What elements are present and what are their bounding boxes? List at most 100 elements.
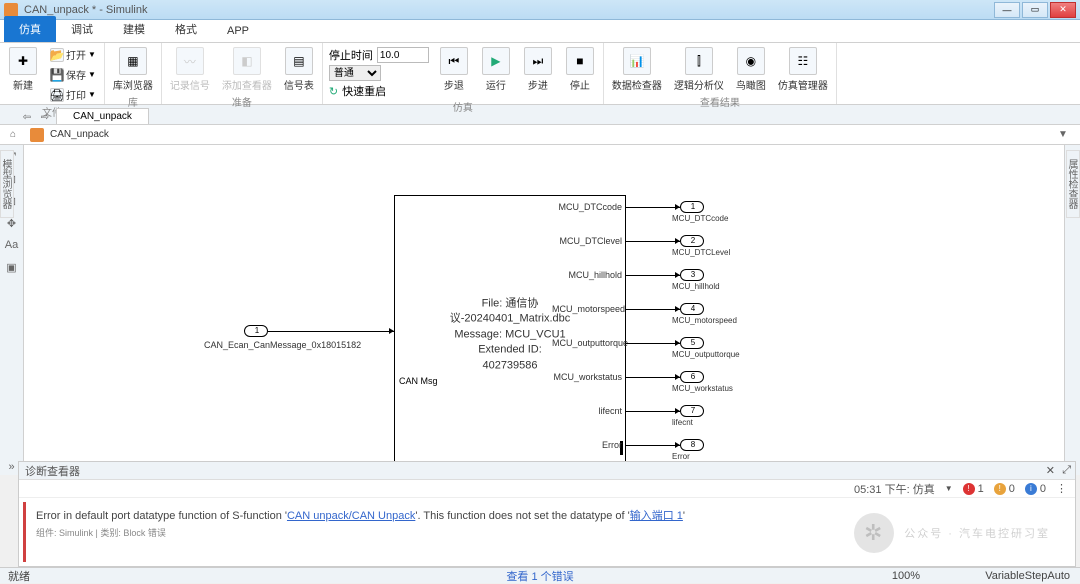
status-ready: 就绪 bbox=[8, 568, 30, 584]
data-inspector-button[interactable]: 📊数据检查器 bbox=[610, 45, 664, 94]
breadcrumb-dropdown-icon[interactable]: ▼ bbox=[1056, 128, 1070, 142]
outport-label: MCU_motorspeed bbox=[672, 316, 737, 325]
diagnostic-menu-icon[interactable]: ⋮ bbox=[1056, 482, 1067, 495]
tab-format[interactable]: 格式 bbox=[160, 16, 212, 42]
outport-label: MCU_workstatus bbox=[672, 384, 733, 393]
wire bbox=[626, 275, 680, 276]
warn-count: 0 bbox=[1009, 483, 1015, 495]
outport-label: MCU_hillhold bbox=[672, 282, 720, 291]
canvas[interactable]: 1 CAN_Ecan_CanMessage_0x18015182 CAN Msg… bbox=[24, 145, 1064, 475]
logic-analyzer-button[interactable]: ⫿逻辑分析仪 bbox=[672, 45, 726, 94]
inport-label: CAN_Ecan_CanMessage_0x18015182 bbox=[204, 340, 361, 350]
outport-block[interactable]: 7 bbox=[680, 405, 704, 417]
library-browser-button[interactable]: ▦库浏览器 bbox=[111, 45, 155, 94]
tab-debug[interactable]: 调试 bbox=[56, 16, 108, 42]
diagnostic-undock-icon[interactable]: ⤢ bbox=[1062, 464, 1071, 477]
app-icon bbox=[4, 3, 18, 17]
group-prep-label: 准备 bbox=[168, 94, 316, 110]
outport-block[interactable]: 4 bbox=[680, 303, 704, 315]
inport-block[interactable]: 1 bbox=[244, 325, 268, 337]
step-back-button[interactable]: ⏮步退 bbox=[437, 45, 471, 94]
tab-modeling[interactable]: 建模 bbox=[108, 16, 160, 42]
stoptime-input[interactable] bbox=[377, 47, 429, 63]
outport-block[interactable]: 5 bbox=[680, 337, 704, 349]
minimize-button[interactable]: — bbox=[994, 2, 1020, 18]
signal-label: MCU_motorspeed bbox=[552, 304, 622, 314]
stop-button[interactable]: ■停止 bbox=[563, 45, 597, 94]
diagnostic-time: 05:31 下午: 仿真 bbox=[854, 481, 935, 497]
wire bbox=[626, 343, 680, 344]
outport-label: MCU_DTCLevel bbox=[672, 248, 730, 257]
tab-app[interactable]: APP bbox=[212, 20, 264, 42]
diag-link-port[interactable]: 输入端口 1 bbox=[630, 510, 683, 522]
maximize-button[interactable]: ▭ bbox=[1022, 2, 1048, 18]
block-input-label: CAN Msg bbox=[399, 376, 438, 386]
wire bbox=[268, 331, 394, 332]
wire bbox=[626, 207, 680, 208]
signal-table-button[interactable]: ▤信号表 bbox=[282, 45, 316, 94]
log-signals-button[interactable]: 〰记录信号 bbox=[168, 45, 212, 94]
breadcrumb[interactable]: CAN_unpack bbox=[50, 129, 109, 140]
outport-label: lifecnt bbox=[672, 418, 693, 427]
signal-label: Error bbox=[552, 440, 622, 450]
status-bar: 就绪 查看 1 个错误 100% VariableStepAuto bbox=[0, 567, 1080, 583]
outport-block[interactable]: 3 bbox=[680, 269, 704, 281]
wire bbox=[626, 377, 680, 378]
annotate-icon[interactable]: Aa bbox=[4, 237, 20, 253]
outport-label: Error bbox=[672, 452, 690, 461]
info-count: 0 bbox=[1040, 483, 1046, 495]
error-count: 1 bbox=[978, 483, 984, 495]
nav-fwd-icon[interactable]: ⇨ bbox=[38, 110, 52, 124]
breadcrumb-bar: ⌂ CAN_unpack ▼ bbox=[0, 125, 1080, 145]
document-tab[interactable]: CAN_unpack bbox=[56, 108, 149, 124]
run-button[interactable]: ▶运行 bbox=[479, 45, 513, 94]
open-button[interactable]: 📂打开▼ bbox=[48, 45, 98, 64]
diagnostic-viewer: 诊断查看器 ⤢ ✕ 05:31 下午: 仿真 ▼ !1 !0 i0 ⋮ Erro… bbox=[18, 461, 1076, 567]
signal-label: MCU_workstatus bbox=[552, 372, 622, 382]
ribbon: ✚新建 📂打开▼ 💾保存▼ 🖨打印▼ 文件 ▦库浏览器 库 〰记录信号 ◧添加查… bbox=[0, 43, 1080, 105]
signal-label: lifecnt bbox=[552, 406, 622, 416]
diagnostic-message: Error in default port datatype function … bbox=[23, 502, 1071, 562]
new-button[interactable]: ✚新建 bbox=[6, 45, 40, 94]
outport-label: MCU_DTCcode bbox=[672, 214, 728, 223]
status-solver[interactable]: VariableStepAuto bbox=[985, 570, 1070, 582]
nav-back-icon[interactable]: ⇦ bbox=[20, 110, 34, 124]
diagnostic-title: 诊断查看器 bbox=[25, 463, 80, 479]
outport-block[interactable]: 1 bbox=[680, 201, 704, 213]
status-zoom[interactable]: 100% bbox=[892, 570, 920, 582]
birds-eye-button[interactable]: ◉鸟瞰图 bbox=[734, 45, 768, 94]
diagnostic-close-icon[interactable]: ✕ bbox=[1046, 464, 1055, 477]
group-sim-label: 仿真 bbox=[329, 99, 597, 115]
sim-manager-button[interactable]: ☷仿真管理器 bbox=[776, 45, 830, 94]
step-forward-button[interactable]: ⏭步进 bbox=[521, 45, 555, 94]
signal-label: MCU_DTClevel bbox=[552, 236, 622, 246]
outport-block[interactable]: 2 bbox=[680, 235, 704, 247]
close-button[interactable]: ✕ bbox=[1050, 2, 1076, 18]
add-viewer-button[interactable]: ◧添加查看器 bbox=[220, 45, 274, 94]
signal-label: MCU_outputtorque bbox=[552, 338, 622, 348]
property-inspector-tab[interactable]: 属性检查器 bbox=[1066, 150, 1080, 218]
sim-mode-select[interactable]: 普通 bbox=[329, 65, 381, 81]
outport-label: MCU_outputtorque bbox=[672, 350, 740, 359]
outport-block[interactable]: 6 bbox=[680, 371, 704, 383]
model-icon bbox=[30, 128, 44, 142]
model-browser-tab[interactable]: 模型浏览器 bbox=[0, 150, 14, 218]
fast-restart-button[interactable]: ↻快速重启 bbox=[329, 83, 429, 99]
image-icon[interactable]: ▣ bbox=[4, 259, 20, 275]
status-errors-link[interactable]: 查看 1 个错误 bbox=[506, 568, 573, 584]
outport-block[interactable]: 8 bbox=[680, 439, 704, 451]
stoptime-label: 停止时间 bbox=[329, 47, 373, 63]
signal-label: MCU_hillhold bbox=[552, 270, 622, 280]
save-button[interactable]: 💾保存▼ bbox=[48, 65, 98, 84]
wire bbox=[626, 241, 680, 242]
wire bbox=[626, 411, 680, 412]
signal-label: MCU_DTCcode bbox=[552, 202, 622, 212]
diag-link-block[interactable]: CAN unpack/CAN Unpack bbox=[287, 510, 415, 522]
group-review-label: 查看结果 bbox=[610, 94, 830, 110]
diagnostic-meta: 组件: Simulink | 类别: Block 错误 bbox=[36, 526, 1061, 540]
model-hierarchy-icon[interactable]: ⌂ bbox=[6, 128, 20, 142]
tab-simulation[interactable]: 仿真 bbox=[4, 16, 56, 42]
print-button[interactable]: 🖨打印▼ bbox=[48, 85, 98, 104]
wire bbox=[626, 309, 680, 310]
wire bbox=[626, 445, 680, 446]
